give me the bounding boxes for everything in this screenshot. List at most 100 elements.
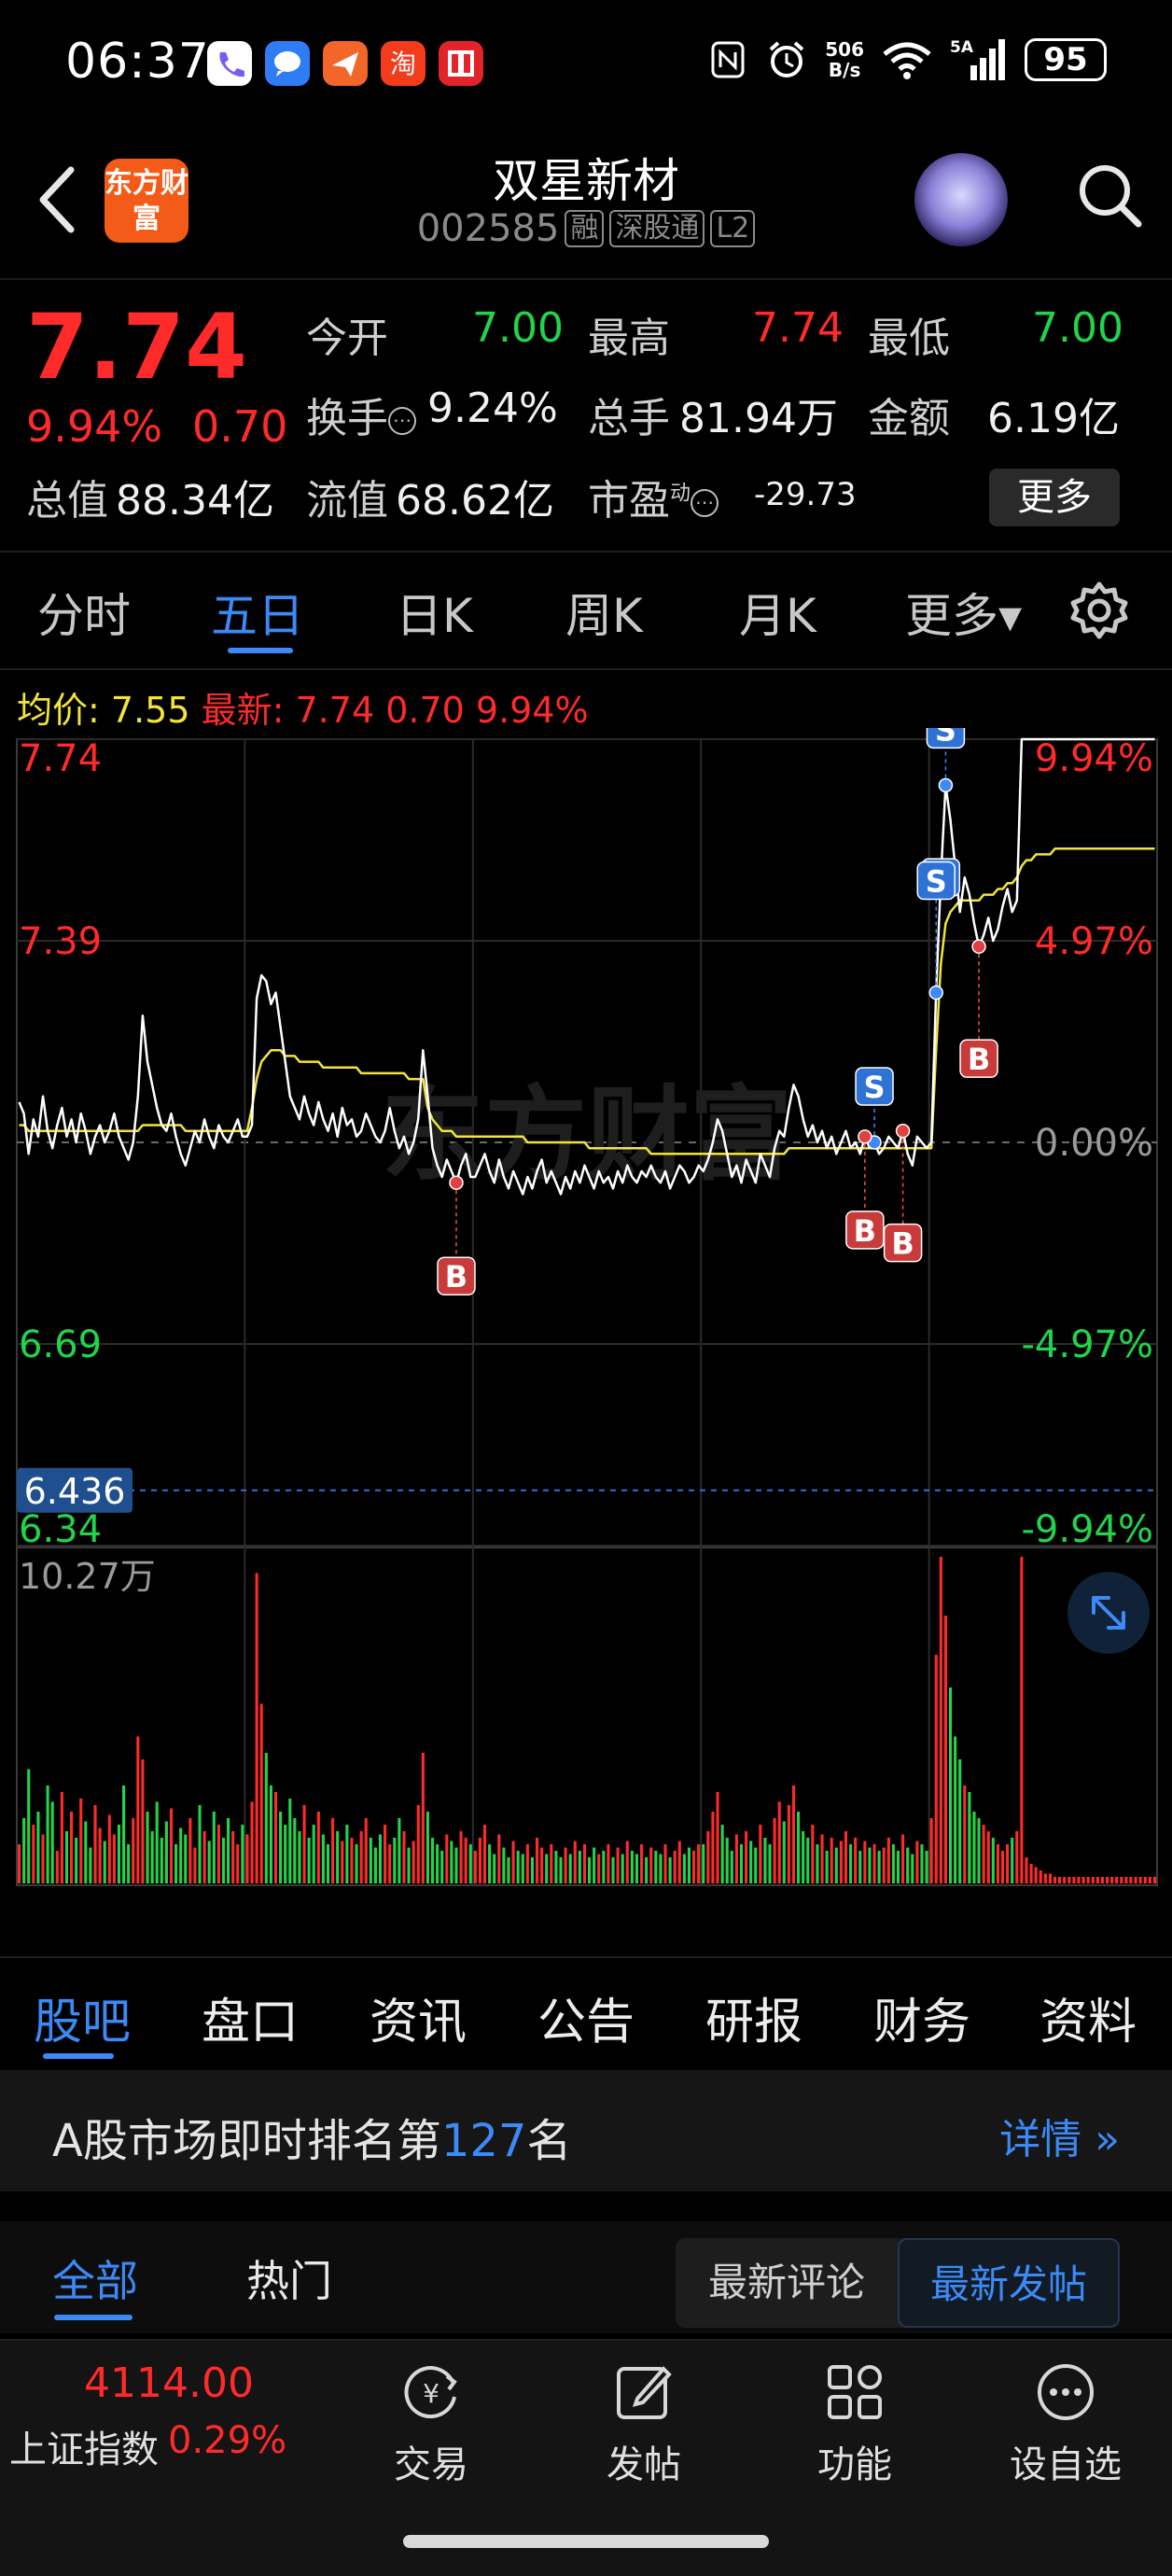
volume-bar [445, 1834, 449, 1883]
nav-trade-label: 交易 [394, 2443, 468, 2486]
volume-bar [915, 1841, 919, 1883]
tab-finance[interactable]: 财务 [873, 1982, 970, 2052]
volume-bar [573, 1841, 577, 1883]
volume-bar [1110, 1877, 1114, 1883]
volume-bar [364, 1818, 368, 1883]
five-day-chart[interactable]: 东方财富BSBBSSSB7.747.396.696.349.94%4.97%0.… [0, 728, 1172, 1904]
amount-value: 6.19亿 [987, 395, 1120, 442]
volume-bar [459, 1831, 463, 1883]
volume-bar [754, 1847, 758, 1883]
volume-bar [963, 1785, 967, 1883]
marker-label: S [926, 864, 947, 900]
volume-bar [202, 1831, 206, 1883]
volume-bar [564, 1847, 567, 1883]
volume-bar [70, 1812, 74, 1883]
pe-value: -29.73 [754, 476, 857, 513]
index-percent: 0.29% [168, 2419, 287, 2462]
volume-bar [1043, 1873, 1047, 1883]
index-value[interactable]: 4114.00 [84, 2359, 254, 2407]
volume-bar [464, 1838, 467, 1883]
open-value: 7.00 [472, 304, 564, 352]
content-tabs: 股吧 盘口 资讯 公告 研报 财务 资料 [0, 1956, 1172, 2068]
volume-bar [692, 1851, 696, 1883]
tab-orderbook[interactable]: 盘口 [202, 1982, 299, 2052]
marker-label: B [891, 1226, 914, 1262]
y-left-label: 7.74 [19, 737, 102, 780]
pe-info-icon[interactable]: ⋯ [691, 489, 719, 517]
volume-bar [906, 1847, 910, 1883]
volume-bar [625, 1841, 629, 1883]
volume-bar [212, 1812, 216, 1883]
volume-panel-frame [16, 1547, 1158, 1886]
volume-bar [241, 1825, 244, 1883]
volume-bar [497, 1834, 501, 1883]
volume-bar [103, 1841, 106, 1883]
volume-bar [41, 1834, 45, 1883]
svg-text:淘: 淘 [390, 49, 416, 79]
volume-bar [1095, 1877, 1099, 1883]
volume-bar [1053, 1877, 1057, 1883]
marker-label: B [445, 1259, 467, 1295]
volume-bar [1120, 1877, 1123, 1883]
tab-guba[interactable]: 股吧 [34, 1982, 131, 2052]
index-name[interactable]: 上证指数 [9, 2419, 159, 2473]
wifi-icon [883, 42, 931, 79]
volume-bar [1072, 1877, 1076, 1883]
volume-bar [255, 1573, 258, 1883]
volume-bar [1000, 1851, 1005, 1883]
volume-bar [284, 1825, 287, 1883]
tab-daily-k[interactable]: 日K [396, 579, 473, 646]
nfc-icon [711, 41, 745, 78]
tab-profile[interactable]: 资料 [1039, 1982, 1137, 2052]
market-rank-banner[interactable]: A股市场即时排名第127名 详情 » [0, 2070, 1172, 2191]
phone-app-icon [207, 41, 252, 86]
nav-post[interactable]: 发帖 [569, 2359, 719, 2488]
tab-weekly-k[interactable]: 周K [565, 579, 643, 646]
tab-five-day[interactable]: 五日 [211, 579, 304, 646]
nav-trade[interactable]: ¥ 交易 [356, 2359, 506, 2488]
volume-bar [872, 1844, 876, 1883]
avg-price-line: 均价: 7.55 最新: 7.74 0.70 9.94% [17, 681, 589, 733]
volume-bar [816, 1844, 819, 1883]
sort-latest-post[interactable]: 最新发帖 [898, 2238, 1120, 2328]
search-icon[interactable] [1073, 153, 1148, 237]
volume-bar [972, 1812, 976, 1883]
volume-bar [1081, 1877, 1085, 1883]
rank-detail-link[interactable]: 详情 » [999, 2106, 1120, 2165]
volume-bar [991, 1838, 995, 1883]
tab-intraday[interactable]: 分时 [37, 579, 131, 646]
volume-bar [112, 1834, 116, 1883]
feed-tab-hot[interactable]: 热门 [246, 2247, 332, 2309]
feed-tab-all[interactable]: 全部 [52, 2247, 138, 2309]
tab-announcements[interactable]: 公告 [537, 1982, 635, 2052]
assistant-robot-icon[interactable] [914, 153, 1008, 246]
y-left-label: 6.34 [19, 1508, 102, 1551]
volume-bar [516, 1851, 520, 1883]
tag-margin: 融 [565, 210, 605, 247]
nav-watchlist[interactable]: 设自选 [991, 2359, 1140, 2488]
volume-bar [802, 1831, 805, 1883]
more-button[interactable]: 更多 [989, 469, 1120, 526]
volume-bar [877, 1851, 881, 1883]
tab-research[interactable]: 研报 [705, 1982, 802, 2052]
latest-label: 最新: [201, 690, 285, 731]
volume-bar [32, 1825, 35, 1883]
volume-bar [550, 1844, 553, 1883]
volume-bar [279, 1812, 283, 1883]
volume-bar [326, 1844, 330, 1883]
tab-more[interactable]: 更多▾ [905, 579, 1022, 646]
marker-label: S [864, 1070, 886, 1105]
info-icon[interactable]: ⋯ [388, 407, 416, 435]
sort-latest-comment[interactable]: 最新评论 [676, 2238, 898, 2328]
nav-functions[interactable]: 功能 [780, 2359, 929, 2488]
volume-bar [164, 1821, 168, 1883]
volume-max-label: 10.27万 [19, 1556, 156, 1597]
stock-header: 东方财富 双星新材 002585 融 深股通 L2 [0, 131, 1172, 280]
tab-news[interactable]: 资讯 [370, 1982, 467, 2052]
volume-bar [1091, 1877, 1095, 1883]
volume-bar [797, 1812, 801, 1883]
settings-gear-icon[interactable] [1069, 581, 1129, 640]
volume-bar [901, 1834, 905, 1883]
tab-monthly-k[interactable]: 月K [739, 579, 816, 646]
tag-l2: L2 [710, 210, 756, 247]
